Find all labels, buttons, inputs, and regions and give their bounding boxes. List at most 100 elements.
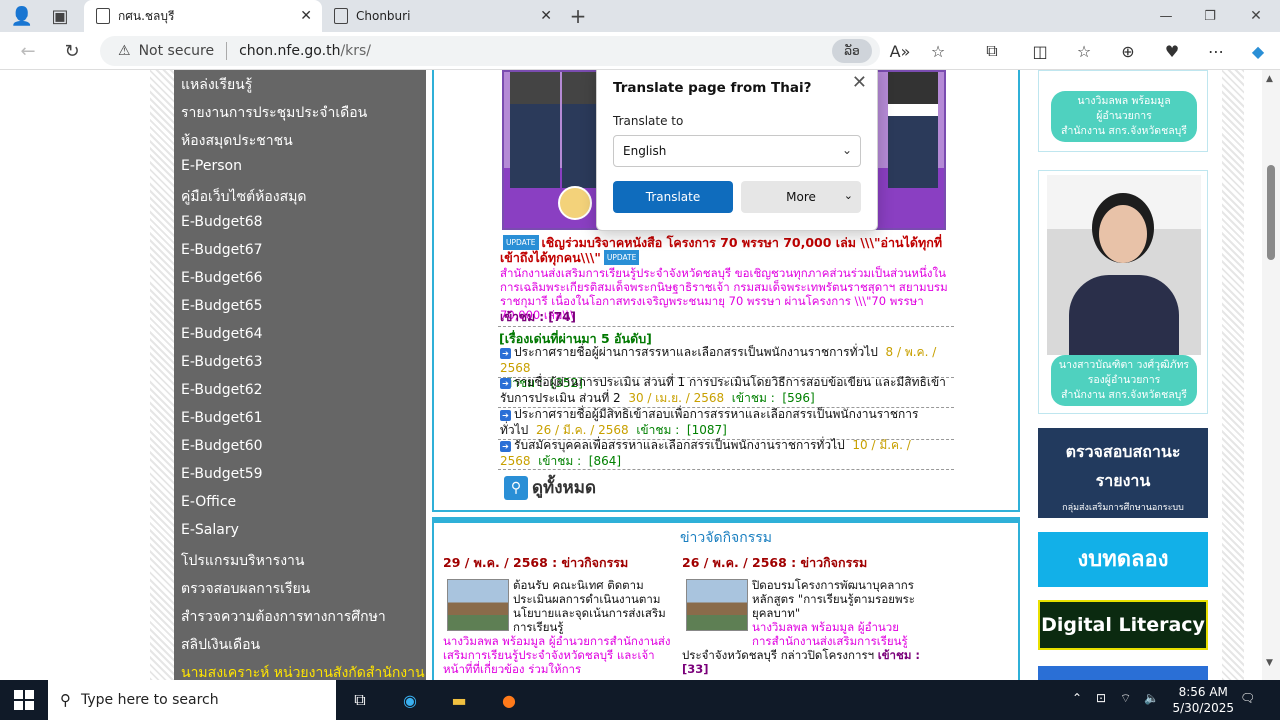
settings-menu-icon[interactable]: ⋯ <box>1204 39 1228 63</box>
scroll-up-icon[interactable]: ▲ <box>1266 74 1273 84</box>
sidebar-item[interactable]: สลิปเงินเดือน <box>181 634 260 656</box>
file-explorer-icon[interactable]: ▬ <box>447 688 471 712</box>
sidebar-item[interactable]: E-Salary <box>181 522 239 538</box>
sidebar-item[interactable]: E-Budget65 <box>181 298 263 314</box>
selected-language: English <box>623 144 667 158</box>
sidebar-item[interactable]: E-Budget64 <box>181 326 263 342</box>
sidebar-item[interactable]: ตรวจสอบผลการเรียน <box>181 578 310 600</box>
back-icon[interactable]: ← <box>16 39 40 63</box>
extensions-icon[interactable]: ⧉ <box>980 39 1004 63</box>
views-label: เข้าชม : <box>500 310 545 324</box>
url-host: chon.nfe.go.th <box>239 43 341 59</box>
sidebar-item[interactable]: E-Budget59 <box>181 466 263 482</box>
tab-strip: 👤 ▣ กศน.ชลบุรี ✕ Chonburi ✕ + — ❐ ✕ <box>0 0 1280 32</box>
system-clock[interactable]: 8:56 AM 5/30/2025 <box>1172 684 1234 716</box>
activity-headline[interactable]: ปิดอบรมโครงการพัฒนาบุคลากร หลักสูตร "การ… <box>752 578 922 620</box>
tab-label: กศน.ชลบุรี <box>118 8 175 23</box>
collections-icon[interactable]: ⊕ <box>1116 39 1140 63</box>
close-tab-icon[interactable]: ✕ <box>300 8 312 24</box>
close-tab-icon[interactable]: ✕ <box>540 8 552 24</box>
translate-popup: Translate page from Thai? ✕ Translate to… <box>596 70 878 231</box>
news-item[interactable]: ➔ รับสมัครบุคคลเพื่อสรรหาและเลือกสรรเป็นพ… <box>500 438 950 469</box>
view-all-link[interactable]: ⚲ ดูทั้งหมด <box>504 474 596 501</box>
views-count: [596] <box>782 390 815 405</box>
scroll-thumb[interactable] <box>1267 165 1275 260</box>
news-item[interactable]: ➔ รายชื่อผู้ผ่านการประเมิน ส่วนที่ 1 การป… <box>500 375 950 406</box>
right-sidebar: นางวิมลพล พร้อมมูล ผู้อำนวยการ สำนักงาน … <box>1030 70 1216 680</box>
sidebar-item[interactable]: E-Budget62 <box>181 382 263 398</box>
news-headline[interactable]: UPDATE เชิญร่วมบริจาคหนังสือ โครงการ 70 พ… <box>500 235 950 265</box>
chevron-down-icon: ⌄ <box>843 189 853 202</box>
sidebar-item[interactable]: สำรวจความต้องการทางการศึกษา <box>181 606 386 628</box>
sidebar-item[interactable]: E-Budget67 <box>181 242 263 258</box>
news-item[interactable]: ➔ ประกาศรายชื่อผู้มีสิทธิเข้าสอบเพื่อการส… <box>500 407 950 438</box>
tab-chonburi[interactable]: Chonburi ✕ <box>322 0 562 32</box>
sidebar-item[interactable]: โปรแกรมบริหารงาน <box>181 550 304 572</box>
views-count: [864] <box>588 453 622 468</box>
sidebar-item[interactable]: นามสงเคราะห์ หน่วยงานสังกัดสำนักงาน <box>181 662 425 680</box>
performance-icon[interactable]: ♥ <box>1160 39 1184 63</box>
start-button[interactable] <box>14 690 34 710</box>
activity-summary: นางวิมลพล พร้อมมูล ผู้อำนวยการสำนักงานส่… <box>443 634 671 676</box>
translate-pill-icon[interactable]: ລັອ <box>832 39 872 63</box>
tab-chon-nfe[interactable]: กศน.ชลบุรี ✕ <box>84 0 322 32</box>
close-icon[interactable]: ✕ <box>852 72 867 93</box>
restore-button[interactable]: ❐ <box>1198 4 1222 28</box>
divider <box>498 326 954 327</box>
tab-actions-icon[interactable]: ▣ <box>48 4 72 28</box>
vertical-scrollbar[interactable]: ▲ ▼ <box>1262 70 1280 680</box>
profile-icon[interactable]: 👤 <box>10 4 34 28</box>
trial-budget-banner[interactable]: งบทดลอง <box>1038 532 1208 587</box>
minimize-button[interactable]: — <box>1154 4 1178 28</box>
new-tab-button[interactable]: + <box>566 4 590 28</box>
activity-thumbnail[interactable] <box>447 579 509 631</box>
deputy-card[interactable]: นางสาวบัณฑิตา วงศ์วุฒิภัทร รองผู้อำนวยกา… <box>1038 170 1208 414</box>
favorite-star-icon[interactable]: ☆ <box>926 39 950 63</box>
translate-button[interactable]: Translate <box>613 181 733 213</box>
favorites-icon[interactable]: ☆ <box>1072 39 1096 63</box>
director-card[interactable]: นางวิมลพล พร้อมมูล ผู้อำนวยการ สำนักงาน … <box>1038 70 1208 152</box>
not-secure-label[interactable]: Not secure <box>139 43 215 59</box>
sidebar-item[interactable]: E-Budget61 <box>181 410 263 426</box>
sidebar-item[interactable]: E-Budget63 <box>181 354 263 370</box>
activity-date: 29 / พ.ค. / 2568 : ข่าวกิจกรรม <box>443 555 629 570</box>
firefox-icon[interactable]: ● <box>497 688 521 712</box>
copilot-icon[interactable]: ◆ <box>1246 39 1270 63</box>
sidebar-item[interactable]: E-Office <box>181 494 236 510</box>
scroll-down-icon[interactable]: ▼ <box>1266 658 1273 668</box>
sidebar-item[interactable]: E-Person <box>181 158 242 174</box>
taskbar-search[interactable]: ⚲ Type here to search <box>48 680 336 720</box>
volume-icon[interactable]: 🔈 <box>1144 691 1159 705</box>
check-status-banner[interactable]: ตรวจสอบสถานะ รายงาน กลุ่มส่งเสริมการศึกษ… <box>1038 428 1208 518</box>
split-screen-icon[interactable]: ◫ <box>1028 39 1052 63</box>
close-window-button[interactable]: ✕ <box>1244 4 1268 28</box>
sidebar-item[interactable]: คู่มือเว็บไซต์ห้องสมุด <box>181 186 307 208</box>
activity-headline[interactable]: ต้อนรับ คณะนิเทศ ติดตาม ประเมินผลการดำเน… <box>513 578 673 634</box>
wifi-icon[interactable]: ⌔ <box>1120 691 1131 706</box>
sidebar-item[interactable]: E-Budget66 <box>181 270 263 286</box>
deputy-caption: นางสาวบัณฑิตา วงศ์วุฒิภัทร รองผู้อำนวยกา… <box>1051 355 1197 406</box>
sidebar-item[interactable]: แหล่งเรียนรู้ <box>181 74 252 96</box>
next-banner[interactable] <box>1038 666 1208 680</box>
sidebar-item[interactable]: รายงานการประชุมประจำเดือน <box>181 102 367 124</box>
caption-line: นางวิมลพล พร้อมมูล <box>1077 95 1171 107</box>
arrow-icon: ➔ <box>500 378 511 389</box>
deputy-photo <box>1047 175 1201 355</box>
sidebar-item[interactable]: ห้องสมุดประชาชน <box>181 130 293 152</box>
update-badge: UPDATE <box>603 250 640 265</box>
director-caption: นางวิมลพล พร้อมมูล ผู้อำนวยการ สำนักงาน … <box>1051 91 1197 142</box>
sidebar-item[interactable]: E-Budget68 <box>181 214 263 230</box>
edge-icon[interactable]: ◉ <box>398 688 422 712</box>
tray-chevron-icon[interactable]: ⌃ <box>1072 691 1082 705</box>
more-button[interactable]: More ⌄ <box>741 181 861 213</box>
language-select[interactable]: English ⌄ <box>613 135 861 167</box>
read-aloud-icon[interactable]: A» <box>888 39 912 63</box>
sidebar-item[interactable]: E-Budget60 <box>181 438 263 454</box>
digital-literacy-banner[interactable]: Digital Literacy <box>1038 600 1208 650</box>
network-icon[interactable]: ⊡ <box>1096 691 1106 705</box>
refresh-icon[interactable]: ↻ <box>60 39 84 63</box>
activity-thumbnail[interactable] <box>686 579 748 631</box>
address-bar[interactable]: ⚠ Not secure chon.nfe.go.th /krs/ ລັອ <box>100 36 880 66</box>
notification-icon[interactable]: 🗨 <box>1240 691 1255 705</box>
task-view-icon[interactable]: ⧉ <box>348 688 372 712</box>
